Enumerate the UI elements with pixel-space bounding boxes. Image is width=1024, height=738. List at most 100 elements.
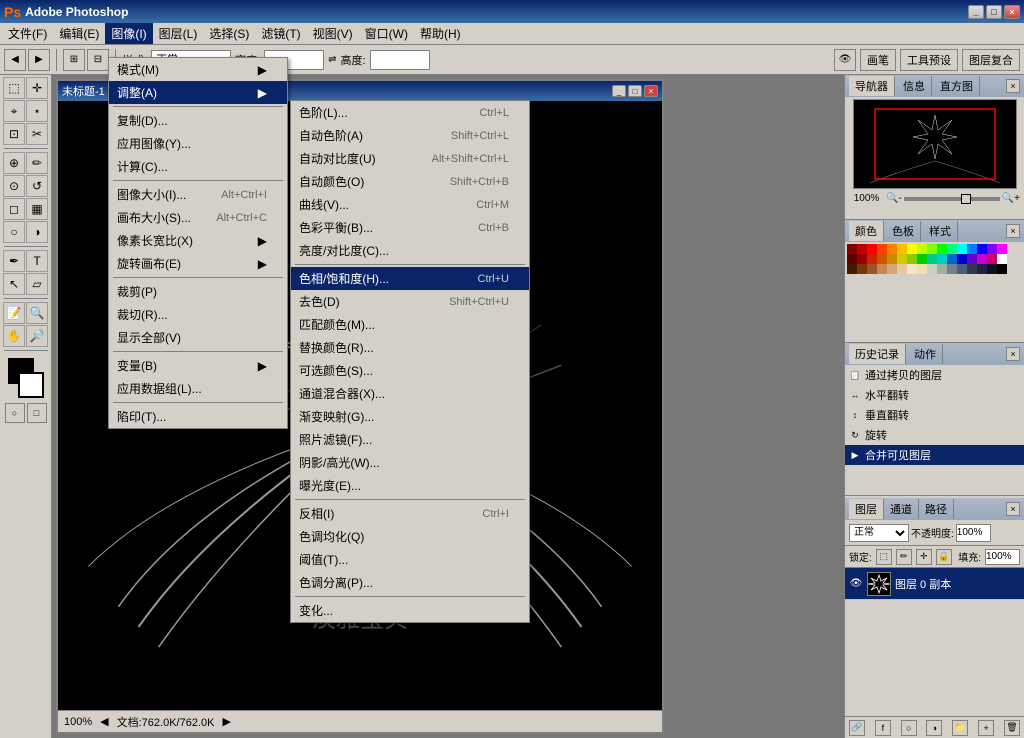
lock-position[interactable]: ✛ (916, 549, 932, 565)
menu-apply-data[interactable]: 应用数据组(L)... (109, 377, 287, 400)
swatch[interactable] (927, 254, 937, 264)
swatch[interactable] (947, 244, 957, 254)
swatch[interactable] (957, 254, 967, 264)
toolbar-icon2[interactable]: ⊟ (87, 49, 109, 71)
swatch[interactable] (857, 254, 867, 264)
nav-zoom-slider[interactable] (904, 197, 1000, 201)
tool-slice[interactable]: ✂ (26, 123, 48, 145)
tool-notes[interactable]: 📝 (3, 302, 25, 324)
menu-select[interactable]: 选择(S) (203, 23, 255, 44)
history-item-active[interactable]: ▶ 合并可见图层 (845, 445, 1024, 465)
tab-styles[interactable]: 样式 (923, 221, 958, 241)
screen-mode-btn[interactable]: □ (27, 403, 47, 423)
menu-pixel-aspect[interactable]: 像素长宽比(X)▶ (109, 229, 287, 252)
swatch[interactable] (967, 244, 977, 254)
swatch[interactable] (897, 264, 907, 274)
zoom-out-icon[interactable]: 🔍- (886, 193, 902, 204)
adj-desaturate[interactable]: 去色(D)Shift+Ctrl+U (291, 290, 529, 313)
swatch[interactable] (947, 254, 957, 264)
swatch[interactable] (917, 254, 927, 264)
swatch[interactable] (967, 264, 977, 274)
lock-transparent[interactable]: ⬚ (876, 549, 892, 565)
new-layer-btn[interactable]: + (978, 720, 994, 736)
tool-text[interactable]: T (26, 250, 48, 272)
adj-hue-sat[interactable]: 色相/饱和度(H)...Ctrl+U (291, 267, 529, 290)
adj-invert[interactable]: 反相(I)Ctrl+I (291, 502, 529, 525)
tool-zoom[interactable]: 🔎 (26, 325, 48, 347)
height-input[interactable] (370, 50, 430, 70)
tool-eyedropper[interactable]: 🔍 (26, 302, 48, 324)
swatch[interactable] (877, 244, 887, 254)
menu-file[interactable]: 文件(F) (2, 23, 53, 44)
tab-navigator[interactable]: 导航器 (849, 76, 895, 96)
toolbar-icon1[interactable]: ⊞ (63, 49, 85, 71)
toolbar-back[interactable]: ◀ (4, 49, 26, 71)
adj-brightness[interactable]: 亮度/对比度(C)... (291, 239, 529, 262)
menu-duplicate[interactable]: 复制(D)... (109, 109, 287, 132)
status-arrow-right[interactable]: ▶ (222, 715, 230, 728)
swatch[interactable] (847, 244, 857, 254)
tool-shape[interactable]: ▱ (26, 273, 48, 295)
history-close[interactable]: × (1006, 347, 1020, 361)
menu-mode[interactable]: 模式(M)▶ (109, 58, 287, 81)
tool-pen[interactable]: ✒ (3, 250, 25, 272)
swatch[interactable] (967, 254, 977, 264)
tab-actions[interactable]: 动作 (908, 344, 943, 364)
swatch[interactable] (977, 264, 987, 274)
adj-match-color[interactable]: 匹配颜色(M)... (291, 313, 529, 336)
adj-curves[interactable]: 曲线(V)...Ctrl+M (291, 193, 529, 216)
swatch[interactable] (957, 264, 967, 274)
swatch[interactable] (977, 244, 987, 254)
tool-preset-btn[interactable]: 工具预设 (900, 49, 958, 71)
layer-vis-icon[interactable]: 👁 (849, 577, 863, 591)
menu-image-size[interactable]: 图像大小(I)...Alt+Ctrl+I (109, 183, 287, 206)
menu-variables[interactable]: 变量(B)▶ (109, 354, 287, 377)
swatch[interactable] (877, 254, 887, 264)
lock-all[interactable]: 🔒 (936, 549, 952, 565)
tool-move[interactable]: ✛ (26, 77, 48, 99)
swatch[interactable] (847, 264, 857, 274)
adj-posterize[interactable]: 色调分离(P)... (291, 571, 529, 594)
swatch[interactable] (997, 254, 1007, 264)
menu-trim[interactable]: 裁切(R)... (109, 303, 287, 326)
menu-calc[interactable]: 计算(C)... (109, 155, 287, 178)
adj-photo-filter[interactable]: 照片滤镜(F)... (291, 428, 529, 451)
brush-btn[interactable]: 画笔 (860, 49, 896, 71)
layer-item[interactable]: 👁 图层 0 副本 (845, 568, 1024, 600)
adj-threshold[interactable]: 阈值(T)... (291, 548, 529, 571)
tab-info[interactable]: 信息 (897, 76, 932, 96)
tab-color[interactable]: 颜色 (849, 221, 884, 241)
swatch[interactable] (917, 264, 927, 274)
nav-thumb[interactable] (961, 194, 971, 204)
adj-gradient-map[interactable]: 渐变映射(G)... (291, 405, 529, 428)
quick-mask-btn[interactable]: ○ (5, 403, 25, 423)
swatch[interactable] (897, 254, 907, 264)
menu-filter[interactable]: 滤镜(T) (255, 23, 306, 44)
swatch[interactable] (897, 244, 907, 254)
adj-auto-levels[interactable]: 自动色阶(A)Shift+Ctrl+L (291, 124, 529, 147)
lock-paint[interactable]: ✏ (896, 549, 912, 565)
menu-adjust[interactable]: 调整(A)▶ (109, 81, 287, 104)
swatch[interactable] (917, 244, 927, 254)
tool-lasso[interactable]: ⌖ (3, 100, 25, 122)
layers-close[interactable]: × (1006, 502, 1020, 516)
tool-dodge[interactable]: ◑ (26, 221, 48, 243)
adj-auto-color[interactable]: 自动颜色(O)Shift+Ctrl+B (291, 170, 529, 193)
tab-history[interactable]: 历史记录 (849, 344, 906, 364)
menu-rotate-canvas[interactable]: 旋转画布(E)▶ (109, 252, 287, 275)
swatch[interactable] (847, 254, 857, 264)
tool-magic-wand[interactable]: ⋆ (26, 100, 48, 122)
swatch[interactable] (947, 264, 957, 274)
add-adjustment-btn[interactable]: ◑ (926, 720, 942, 736)
tool-blur[interactable]: ○ (3, 221, 25, 243)
swatch[interactable] (937, 244, 947, 254)
adj-equalize[interactable]: 色调均化(Q) (291, 525, 529, 548)
tool-eraser[interactable]: ◻ (3, 198, 25, 220)
swatch[interactable] (907, 254, 917, 264)
tab-channels[interactable]: 通道 (884, 499, 919, 519)
tool-crop[interactable]: ⊡ (3, 123, 25, 145)
eye-icon[interactable]: 👁 (834, 49, 856, 71)
swatch[interactable] (927, 244, 937, 254)
adj-color-balance[interactable]: 色彩平衡(B)...Ctrl+B (291, 216, 529, 239)
new-group-btn[interactable]: 📁 (952, 720, 968, 736)
